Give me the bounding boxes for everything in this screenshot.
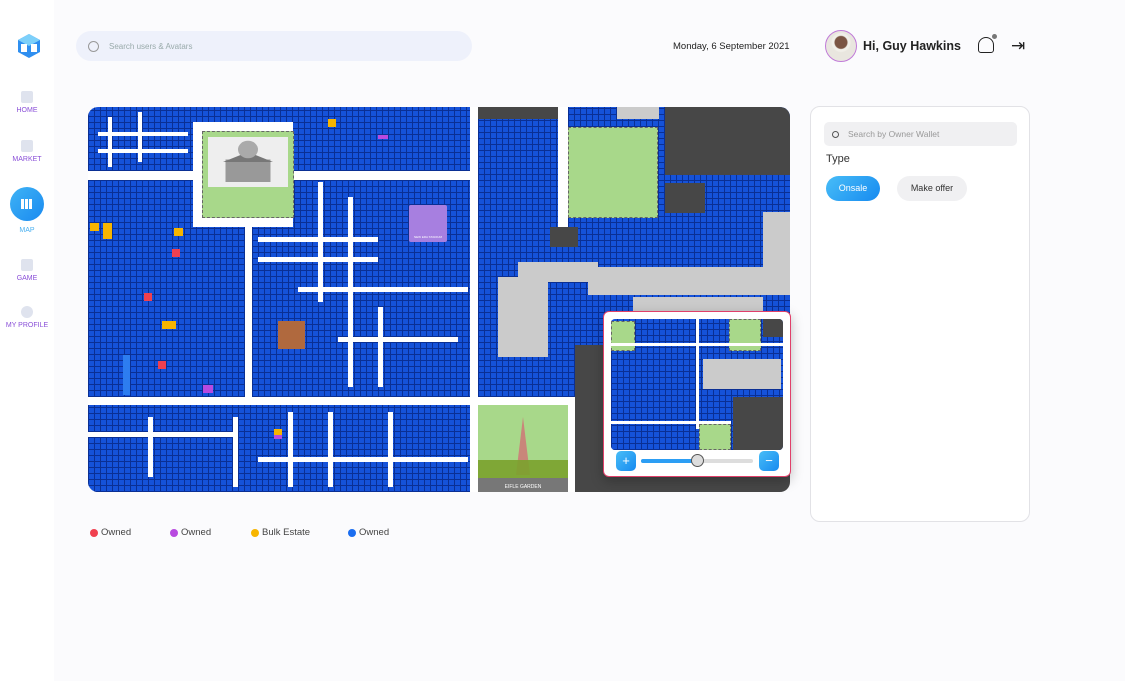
owner-wallet-search-input[interactable]: Search by Owner Wallet: [824, 122, 1017, 146]
greeting: Hi, Guy Hawkins: [863, 39, 961, 53]
market-icon: [21, 140, 33, 152]
sidebar: HOME MARKET MAP GAME MY PROFILE: [0, 0, 54, 681]
wallet-search-placeholder: Search by Owner Wallet: [848, 129, 940, 139]
legend-label: Owned: [181, 527, 212, 538]
sidebar-item-market[interactable]: MARKET: [0, 140, 54, 163]
bell-icon[interactable]: [978, 34, 997, 53]
legend-dot: [90, 528, 98, 537]
nav-label: MAP: [19, 227, 35, 234]
sidebar-item-home[interactable]: HOME: [0, 91, 54, 114]
search-icon: [832, 130, 839, 138]
landmark-label: EIFLE GARDEN: [504, 484, 542, 490]
zoom-slider[interactable]: [641, 454, 753, 467]
legend-label: Owned: [359, 527, 390, 538]
grid-icon: [21, 91, 33, 103]
avatar[interactable]: [825, 30, 857, 62]
park-plot[interactable]: [202, 131, 294, 218]
zoom-slider-handle[interactable]: [691, 454, 704, 467]
onsale-button[interactable]: Onsale: [826, 176, 880, 201]
reserved-block: [665, 107, 790, 175]
zoom-out-button[interactable]: −: [759, 451, 779, 471]
legend-dot: [348, 528, 356, 537]
sidebar-item-my-profile[interactable]: MY PROFILE: [0, 306, 54, 329]
filter-panel: Search by Owner Wallet Type Onsale Make …: [810, 106, 1030, 522]
legend-item: Bulk Estate: [251, 527, 310, 538]
game-icon: [21, 259, 33, 271]
legend-item: Owned: [348, 527, 389, 538]
logout-icon[interactable]: ⇥: [1011, 37, 1025, 54]
legend-label: Bulk Estate: [262, 527, 311, 538]
date: Monday, 6 September 2021: [673, 41, 790, 52]
legend-label: Owned: [101, 527, 132, 538]
legend-item: Owned: [170, 527, 211, 538]
stadium-plot[interactable]: NEW ERA STADIUM: [409, 205, 447, 242]
building-plot[interactable]: [278, 321, 305, 349]
user-icon: [21, 306, 33, 318]
nav-label: HOME: [16, 107, 38, 114]
nav-label: MARKET: [12, 156, 42, 163]
type-label: Type: [826, 153, 850, 165]
map-icon: [10, 187, 44, 221]
make-offer-button[interactable]: Make offer: [897, 176, 967, 201]
legend-item: Owned: [90, 527, 131, 538]
search-icon: [88, 40, 99, 52]
eiffel-garden-plot[interactable]: EIFLE GARDEN: [478, 405, 568, 492]
stadium-label: NEW ERA STADIUM: [414, 235, 442, 239]
search-input[interactable]: Search users & Avatars: [76, 31, 472, 61]
nav-label: GAME: [16, 275, 38, 282]
legend-dot: [251, 528, 259, 537]
sidebar-item-game[interactable]: GAME: [0, 259, 54, 282]
logo: [18, 34, 40, 58]
nav-label: MY PROFILE: [5, 322, 49, 329]
search-placeholder: Search users & Avatars: [109, 41, 193, 51]
land-block[interactable]: [88, 405, 470, 492]
zoom-in-button[interactable]: +: [616, 451, 636, 471]
legend-dot: [170, 528, 178, 537]
park-plot[interactable]: [568, 127, 658, 218]
sidebar-item-map[interactable]: MAP: [0, 187, 54, 234]
minimap: + −: [603, 311, 791, 477]
minimap-view[interactable]: [611, 319, 783, 450]
